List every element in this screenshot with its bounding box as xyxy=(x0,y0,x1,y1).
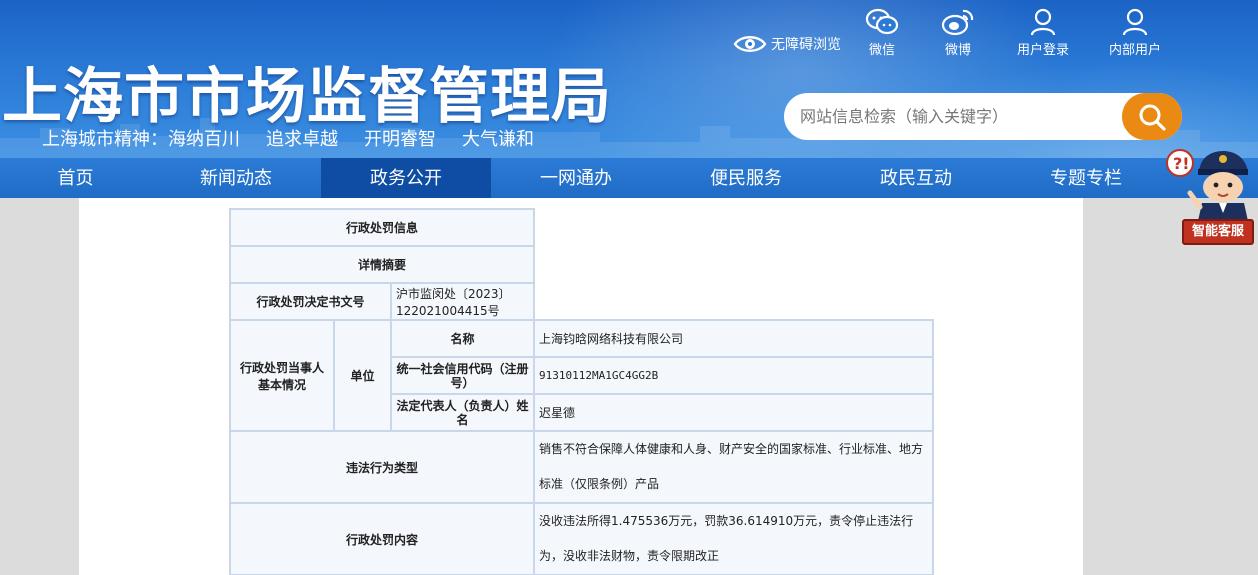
wechat-icon xyxy=(865,8,899,35)
legal-rep-value: 迟星德 xyxy=(533,393,934,432)
slogan-line: 上海城市精神：海纳百川 xyxy=(42,129,240,150)
penalty-content-value: 没收违法所得1.475536万元，罚款36.614910万元，责令停止违法行为，… xyxy=(533,502,934,575)
violation-type-value: 销售不符合保障人体健康和人身、财产安全的国家标准、行业标准、地方标准（仅限条例）… xyxy=(533,430,934,504)
table-title: 行政处罚信息 xyxy=(229,208,535,247)
legal-rep-label: 法定代表人（负责人）姓名 xyxy=(390,393,535,432)
credit-code-label: 统一社会信用代码（注册号） xyxy=(390,356,535,395)
wechat-link[interactable]: 微信 xyxy=(850,6,914,58)
weibo-label: 微博 xyxy=(944,43,971,58)
site-header: 上海市市场监督管理局 上海城市精神：海纳百川 追求卓越 开明睿智 大气谦和 无障碍浏览… xyxy=(0,0,1258,158)
user-icon xyxy=(1030,8,1056,36)
user-icon xyxy=(1122,8,1148,36)
table-subtitle: 详情摘要 xyxy=(229,245,535,284)
party-label: 行政处罚当事人基本情况 xyxy=(229,319,335,432)
nav-item-special-topics[interactable]: 专题专栏 xyxy=(1001,158,1171,198)
credit-code-value: 91310112MA1GC4GG2B xyxy=(533,356,934,395)
search-button[interactable] xyxy=(1122,93,1182,140)
user-login-link[interactable]: 用户登录 xyxy=(1011,6,1075,58)
weibo-icon xyxy=(941,9,974,36)
name-value: 上海钧晗网络科技有限公司 xyxy=(533,319,934,358)
search-icon xyxy=(1139,104,1166,131)
content-panel: 行政处罚信息 详情摘要 行政处罚决定书文号 沪市监闵处〔2023〕1220210… xyxy=(79,198,1083,575)
nav-item-interaction[interactable]: 政民互动 xyxy=(831,158,1001,198)
accessibility-link[interactable]: 无障碍浏览 xyxy=(733,29,841,59)
nav-item-one-stop-service[interactable]: 一网通办 xyxy=(491,158,661,198)
unit-label: 单位 xyxy=(333,319,392,432)
eye-icon xyxy=(733,36,767,52)
weibo-link[interactable]: 微博 xyxy=(926,6,990,58)
penalty-content-label: 行政处罚内容 xyxy=(229,502,535,575)
nav-item-news[interactable]: 新闻动态 xyxy=(151,158,321,198)
internal-user-label: 内部用户 xyxy=(1108,43,1161,58)
internal-user-link[interactable]: 内部用户 xyxy=(1103,6,1167,58)
nav-item-home[interactable]: 首页 xyxy=(0,158,151,198)
site-title: 上海市市场监督管理局 xyxy=(2,62,612,132)
smart-assistant-label: 智能客服 xyxy=(1182,219,1254,245)
slogan-line: 大气谦和 xyxy=(462,129,534,150)
search-box xyxy=(784,93,1182,140)
smart-assistant-button[interactable]: ?! 智能客服 xyxy=(1164,143,1258,247)
police-robot-icon: ?! xyxy=(1166,149,1248,221)
nav-item-convenience-services[interactable]: 便民服务 xyxy=(661,158,831,198)
slogan-line: 开明睿智 xyxy=(364,129,436,150)
user-login-label: 用户登录 xyxy=(1016,43,1069,58)
city-slogan: 上海城市精神：海纳百川 追求卓越 开明睿智 大气谦和 xyxy=(42,125,560,151)
penalty-info-table: 行政处罚信息 详情摘要 行政处罚决定书文号 沪市监闵处〔2023〕1220210… xyxy=(229,208,934,575)
svg-text:?!: ?! xyxy=(1173,154,1190,173)
name-label: 名称 xyxy=(390,319,535,358)
doc-number-value: 沪市监闵处〔2023〕122021004415号 xyxy=(390,282,535,321)
accessibility-label: 无障碍浏览 xyxy=(771,37,841,53)
nav-item-government-affairs[interactable]: 政务公开 xyxy=(321,158,491,198)
violation-type-label: 违法行为类型 xyxy=(229,430,535,504)
slogan-line: 追求卓越 xyxy=(266,129,338,150)
search-input[interactable] xyxy=(800,101,1120,132)
doc-number-label: 行政处罚决定书文号 xyxy=(229,282,392,321)
wechat-label: 微信 xyxy=(868,43,895,58)
main-nav: 首页 新闻动态 政务公开 一网通办 便民服务 政民互动 专题专栏 xyxy=(0,158,1258,198)
